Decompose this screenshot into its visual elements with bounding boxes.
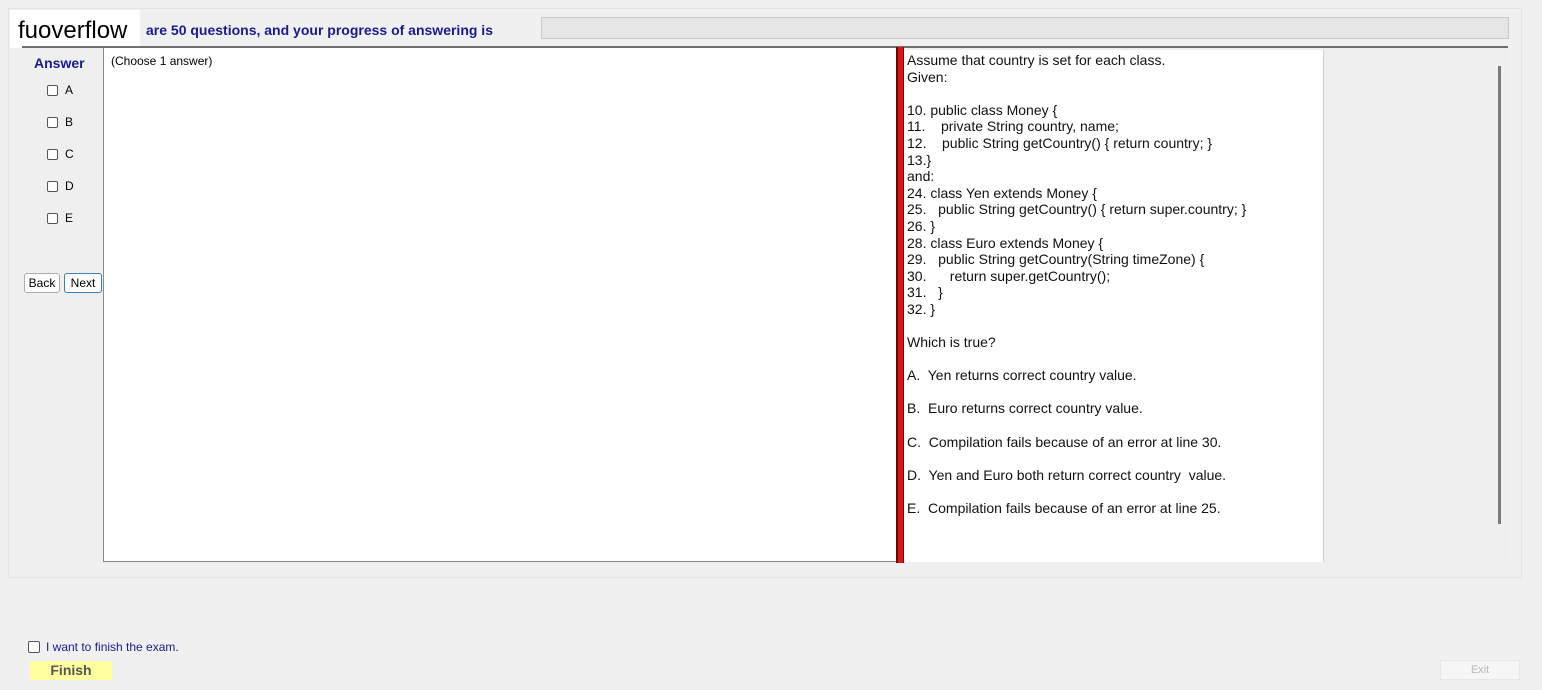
- option-a-label: A: [65, 83, 74, 97]
- next-button[interactable]: Next: [64, 273, 102, 293]
- option-e[interactable]: E: [47, 210, 73, 226]
- back-button[interactable]: Back: [24, 273, 60, 293]
- logo: fuoverflow: [10, 10, 140, 48]
- question-text: Assume that country is set for each clas…: [907, 52, 1247, 517]
- finish-checkbox-label: I want to finish the exam.: [46, 640, 179, 654]
- finish-checkbox-box[interactable]: [28, 641, 40, 653]
- exit-button[interactable]: Exit: [1440, 660, 1520, 680]
- answer-heading: Answer: [34, 55, 85, 71]
- vertical-scrollbar[interactable]: [1498, 66, 1501, 524]
- progress-bar: [541, 17, 1509, 39]
- option-e-label: E: [65, 211, 74, 225]
- finish-button[interactable]: Finish: [30, 661, 112, 680]
- option-e-checkbox[interactable]: [47, 212, 58, 224]
- choose-hint: (Choose 1 answer): [111, 54, 213, 68]
- progress-label: are 50 questions, and your progress of a…: [146, 22, 493, 38]
- option-c-label: C: [65, 147, 74, 161]
- pane-splitter[interactable]: [896, 47, 904, 563]
- option-d[interactable]: D: [47, 178, 74, 194]
- option-a[interactable]: A: [47, 82, 73, 98]
- option-b[interactable]: B: [47, 114, 73, 130]
- option-b-checkbox[interactable]: [47, 116, 58, 128]
- option-d-label: D: [65, 179, 74, 193]
- answer-area: [103, 48, 896, 562]
- option-c-checkbox[interactable]: [47, 148, 58, 160]
- option-b-label: B: [65, 115, 74, 129]
- finish-exam-checkbox[interactable]: I want to finish the exam.: [28, 640, 179, 654]
- option-d-checkbox[interactable]: [47, 180, 58, 192]
- option-c[interactable]: C: [47, 146, 74, 162]
- option-a-checkbox[interactable]: [47, 84, 58, 96]
